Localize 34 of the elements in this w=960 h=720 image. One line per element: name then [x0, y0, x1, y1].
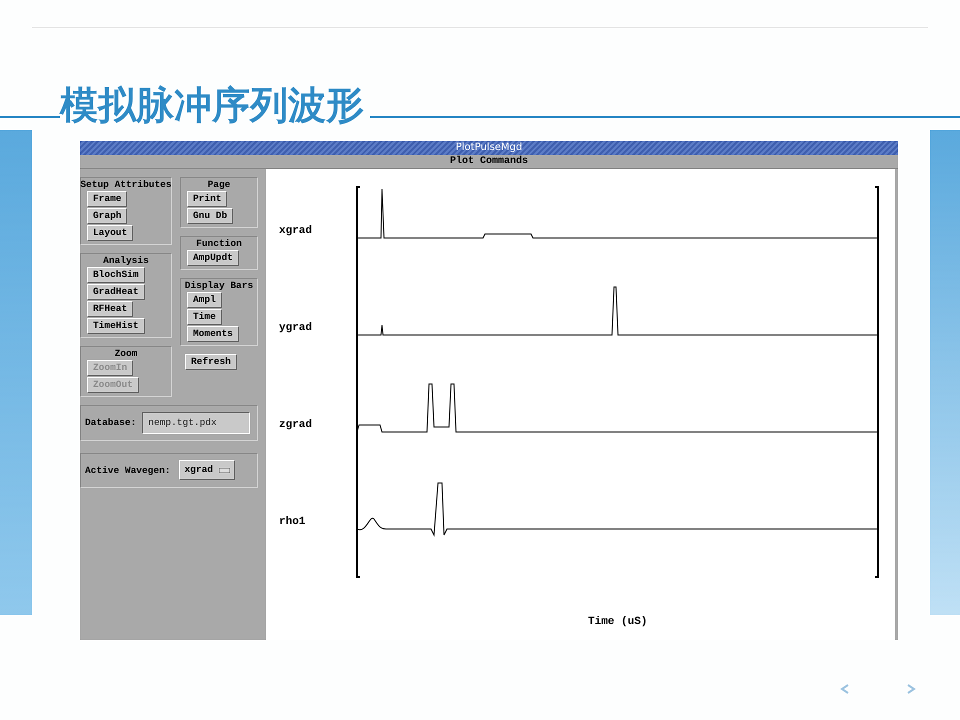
axis-label: Time (uS) [588, 616, 648, 628]
command-button[interactable]: RFHeat [86, 301, 134, 317]
window-title: PlotPulseMgd [80, 141, 898, 155]
menu-label[interactable]: Plot Commands [450, 156, 528, 167]
group-title: Display Bars [184, 280, 254, 292]
group-title: Page [208, 179, 230, 191]
trace-label: zgrad [278, 419, 312, 431]
command-button[interactable]: Graph [86, 208, 128, 224]
trace-label: ygrad [278, 322, 312, 334]
command-button[interactable]: Gnu Db [186, 208, 234, 224]
command-button[interactable]: AmpUpdt [186, 250, 239, 266]
command-button[interactable]: Frame [86, 191, 128, 207]
command-button[interactable]: Time [186, 309, 222, 325]
command-button[interactable]: Moments [186, 326, 239, 342]
field-label: Database: [84, 416, 136, 430]
group-title: Zoom [114, 348, 138, 360]
trace-label: rho1 [278, 516, 306, 528]
input-field[interactable]: nemp.tgt.pdx [142, 412, 250, 434]
dropdown-button[interactable]: xgrad [179, 460, 235, 480]
group-title: Analysis [103, 255, 149, 267]
command-button[interactable]: Print [186, 191, 228, 207]
next-icon[interactable] [906, 684, 916, 694]
command-button[interactable]: GradHeat [86, 284, 145, 300]
command-button[interactable]: TimeHist [86, 318, 145, 334]
previous-icon[interactable] [840, 684, 850, 694]
command-button[interactable]: BlochSim [86, 267, 145, 283]
field-label: Active Wavegen: [84, 464, 170, 478]
group-title: Function [196, 238, 242, 250]
command-button[interactable]: Layout [86, 225, 134, 241]
trace-label: xgrad [278, 225, 312, 237]
command-button[interactable]: Refresh [184, 354, 237, 370]
command-button[interactable]: Ampl [186, 292, 222, 308]
option-menu-icon [219, 468, 230, 473]
group-title: Setup Attributes [80, 179, 172, 191]
